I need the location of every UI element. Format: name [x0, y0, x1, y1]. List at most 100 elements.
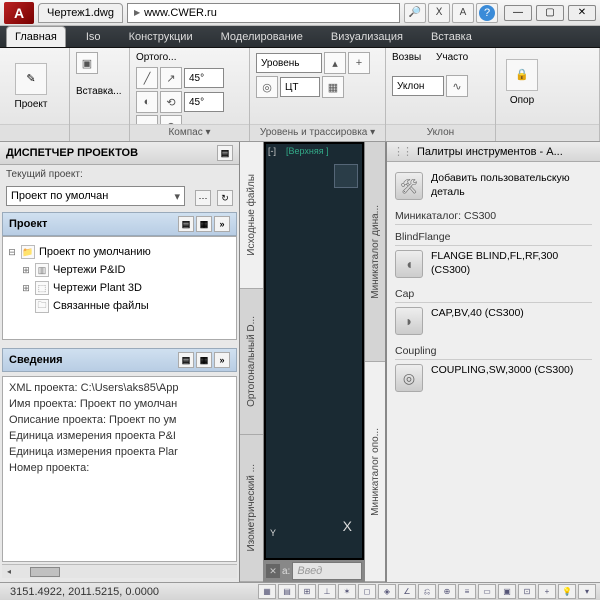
linked-files-icon: 🗀	[35, 299, 49, 313]
info-line: Номер проекта:	[9, 461, 230, 477]
sb-ortho-icon[interactable]: ⊥	[318, 584, 336, 599]
info-tool1-icon[interactable]: ▤	[178, 352, 194, 368]
app-logo[interactable]: A	[4, 2, 34, 24]
command-bar: ✕ a: Введ	[264, 560, 364, 582]
tree-root[interactable]: Проект по умолчанию	[39, 246, 151, 258]
tool-cap[interactable]: ◗ CAP,BV,40 (CS300)	[395, 302, 592, 339]
tree-plant3d[interactable]: Чертежи Plant 3D	[53, 282, 142, 294]
sb-qp-icon[interactable]: ▣	[498, 584, 516, 599]
tab-modeling[interactable]: Моделирование	[213, 27, 311, 47]
maximize-button[interactable]: ▢	[536, 5, 564, 21]
level-field[interactable]: Уровень	[256, 53, 322, 73]
level-up-icon[interactable]: ▴	[324, 52, 346, 74]
vtab-ortho[interactable]: Ортогональный D...	[240, 289, 263, 436]
level-plus-icon[interactable]: +	[348, 52, 370, 74]
info-hscroll[interactable]: ◂	[2, 564, 237, 578]
vtab-minicat-sup[interactable]: Миникаталог опо...	[365, 362, 385, 582]
tree-pid[interactable]: Чертежи P&ID	[53, 264, 125, 276]
tab-iso[interactable]: Iso	[78, 27, 109, 47]
expand-c2-icon[interactable]: ⊞	[21, 283, 31, 294]
sb-sc-icon[interactable]: ⊡	[518, 584, 536, 599]
sb-snap-icon[interactable]: ⊞	[298, 584, 316, 599]
sb-ducs-icon[interactable]: ⎌	[418, 584, 436, 599]
x-tool-icon[interactable]: Ⅹ	[428, 3, 450, 23]
return-label[interactable]: Возвы	[392, 52, 434, 63]
project-button[interactable]: ✎ Проект	[6, 52, 56, 120]
viewport-view[interactable]: [Верхняя ]	[286, 146, 329, 156]
vtab-minicat-dyn[interactable]: Миникаталог дина...	[365, 142, 385, 362]
expand-root-icon[interactable]: ⊟	[7, 247, 17, 258]
sb-model-icon[interactable]: ▦	[258, 584, 276, 599]
viewport-corner[interactable]: [-]	[268, 146, 276, 156]
current-project-combo[interactable]: Проект по умолчан	[6, 186, 185, 206]
search-url-box[interactable]: www.CWER.ru	[127, 3, 400, 23]
project-label: Проект	[15, 99, 48, 110]
section-label[interactable]: Участо	[436, 52, 468, 63]
tree-linked[interactable]: Связанные файлы	[53, 300, 149, 312]
ct-field[interactable]: ЦТ	[280, 77, 320, 97]
navcube-icon[interactable]	[334, 164, 358, 188]
info-section-title: Сведения	[9, 354, 63, 366]
info-tool2-icon[interactable]: ▦	[196, 352, 212, 368]
vtab-iso[interactable]: Изометрический ...	[240, 435, 263, 582]
drawing-viewport[interactable]: [-] [Верхняя ] Y X	[264, 142, 364, 560]
sb-osnap-icon[interactable]: ◻	[358, 584, 376, 599]
scroll-left-icon[interactable]: ◂	[2, 567, 16, 576]
tool-flange-blind[interactable]: ◖ FLANGE BLIND,FL,RF,300 (CS300)	[395, 245, 592, 282]
tab-constructions[interactable]: Конструкции	[121, 27, 201, 47]
circle-icon[interactable]: ◐	[136, 91, 158, 113]
cmd-close-icon[interactable]: ✕	[266, 564, 280, 578]
panel-close-icon[interactable]: ▤	[217, 145, 233, 161]
info-collapse-icon[interactable]: »	[214, 352, 230, 368]
command-input[interactable]: Введ	[292, 562, 362, 580]
document-tab[interactable]: Чертеж1.dwg	[38, 3, 123, 23]
scroll-thumb[interactable]	[30, 567, 60, 577]
insert-label[interactable]: Вставка...	[76, 86, 123, 97]
sb-lwt-icon[interactable]: ≡	[458, 584, 476, 599]
insert-icon[interactable]: ▣	[76, 52, 98, 74]
vtab-source[interactable]: Исходные файлы	[240, 142, 263, 289]
a-tool-icon[interactable]: A	[452, 3, 474, 23]
sb-ext2-icon[interactable]: 💡	[558, 584, 576, 599]
grip-icon[interactable]: ⋮⋮	[393, 145, 411, 158]
refresh-icon[interactable]: ↻	[217, 190, 233, 206]
sb-ext3-icon[interactable]: ▾	[578, 584, 596, 599]
tool-coupling[interactable]: ◎ COUPLING,SW,3000 (CS300)	[395, 359, 592, 396]
ct-tool-icon[interactable]: ▦	[322, 76, 344, 98]
sb-otrack-icon[interactable]: ∠	[398, 584, 416, 599]
ct-icon[interactable]: ◎	[256, 76, 278, 98]
tab-home[interactable]: Главная	[6, 26, 66, 47]
browse-icon[interactable]: ⋯	[195, 190, 211, 206]
sb-3dosnap-icon[interactable]: ◈	[378, 584, 396, 599]
sb-tpy-icon[interactable]: ▭	[478, 584, 496, 599]
category-blindflange: BlindFlange	[395, 225, 592, 245]
sb-dyn-icon[interactable]: ⊕	[438, 584, 456, 599]
angle1-field[interactable]: 45°	[184, 68, 224, 88]
view2-icon[interactable]: ▦	[196, 216, 212, 232]
view1-icon[interactable]: ▤	[178, 216, 194, 232]
minimize-button[interactable]: —	[504, 5, 532, 21]
collapse-icon[interactable]: »	[214, 216, 230, 232]
project-tree[interactable]: ⊟📁Проект по умолчанию ⊞▥Чертежи P&ID ⊞⬚Ч…	[2, 236, 237, 340]
group-compass[interactable]: Компас ▾	[130, 124, 249, 140]
help-dropdown[interactable]: ?	[476, 3, 498, 23]
slope-tool-icon[interactable]: ∿	[446, 75, 468, 97]
slope-field[interactable]: Уклон	[392, 76, 444, 96]
info-line: Единица измерения проекта Plar	[9, 445, 230, 461]
info-line: Имя проекта: Проект по умолчан	[9, 397, 230, 413]
orbit-icon[interactable]: ⟲	[160, 91, 182, 113]
sb-ext1-icon[interactable]: +	[538, 584, 556, 599]
sb-polar-icon[interactable]: ✶	[338, 584, 356, 599]
binoculars-icon[interactable]: 🔎	[404, 3, 426, 23]
tab-visualization[interactable]: Визуализация	[323, 27, 411, 47]
tool-add-custom[interactable]: 🛠 Добавить пользовательскую деталь	[395, 168, 592, 204]
expand-c1-icon[interactable]: ⊞	[21, 265, 31, 276]
angle2-field[interactable]: 45°	[184, 92, 224, 112]
support-button[interactable]: 🔒 Опор	[502, 52, 542, 112]
sb-grid-icon[interactable]: ▤	[278, 584, 296, 599]
tab-insert[interactable]: Вставка	[423, 27, 480, 47]
group-level[interactable]: Уровень и трассировка ▾	[250, 124, 385, 140]
arc-icon[interactable]: ↗	[160, 67, 182, 89]
line-icon[interactable]: ╱	[136, 67, 158, 89]
close-button[interactable]: ✕	[568, 5, 596, 21]
